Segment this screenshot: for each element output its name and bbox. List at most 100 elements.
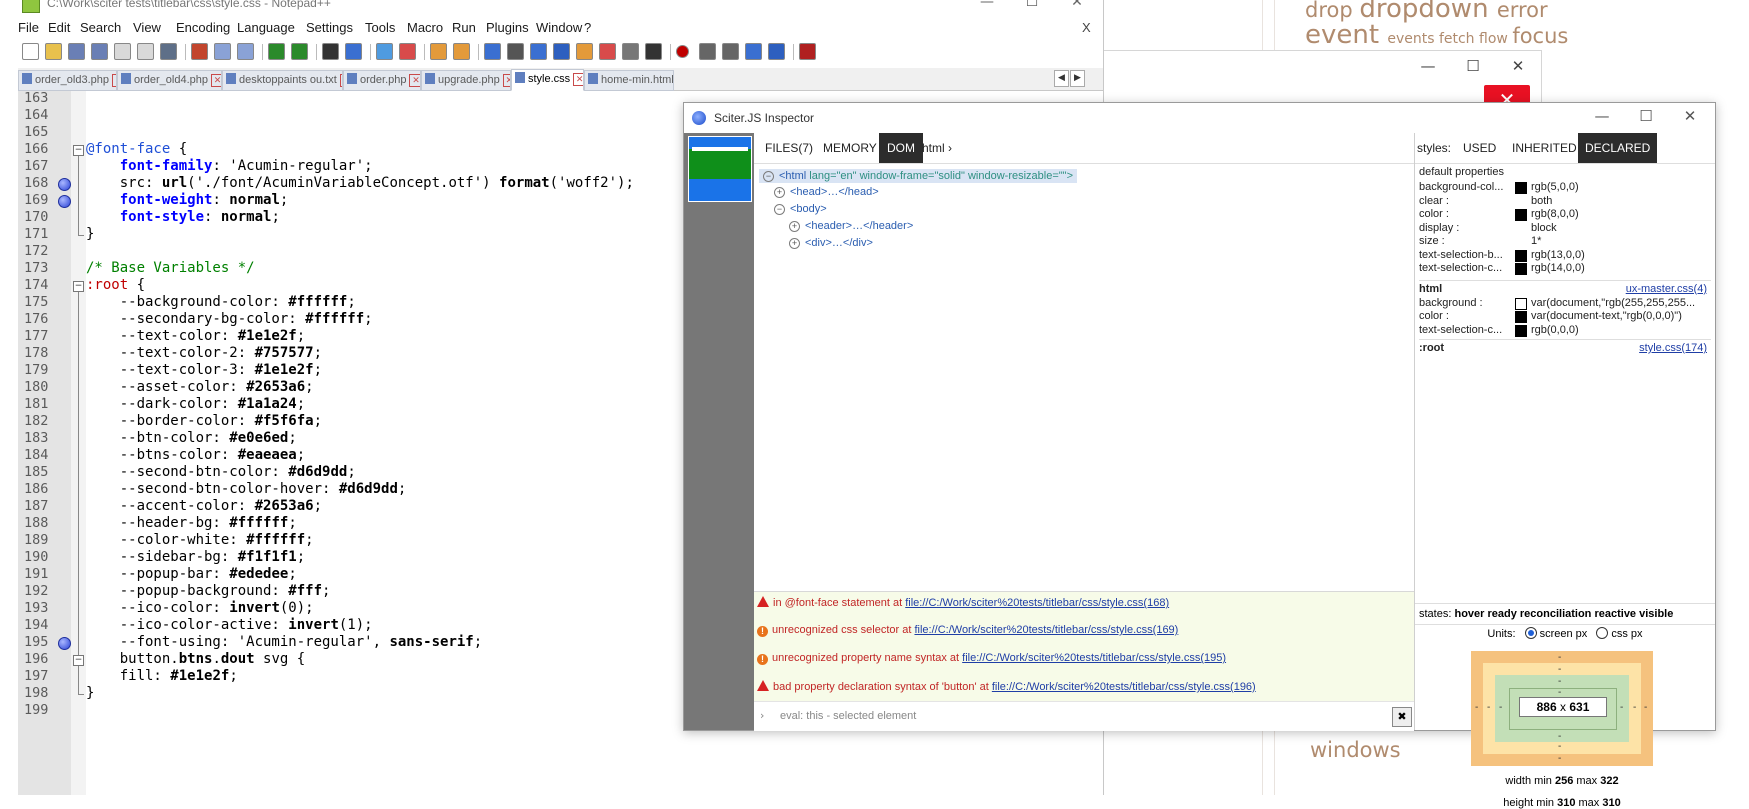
tab-close-icon[interactable]: ✕: [409, 74, 420, 87]
doc-map-icon[interactable]: [576, 43, 593, 60]
expand-icon[interactable]: +: [774, 187, 785, 198]
menu-search[interactable]: Search: [80, 20, 121, 35]
tab-close-icon[interactable]: ✕: [211, 74, 221, 87]
tag-windows[interactable]: windows: [1310, 738, 1401, 762]
minimize-icon[interactable]: —: [1406, 51, 1450, 81]
fold-toggle-icon[interactable]: −: [73, 655, 84, 666]
indent-guide-icon[interactable]: [530, 43, 547, 60]
menu-plugins[interactable]: Plugins: [486, 20, 529, 35]
minimize-icon[interactable]: —: [1580, 107, 1624, 129]
expand-icon[interactable]: +: [789, 238, 800, 249]
zoom-in-icon[interactable]: [376, 43, 393, 60]
console-source-link[interactable]: file://C:/Work/sciter%20tests/titlebar/c…: [914, 624, 1178, 636]
tab-inherited[interactable]: INHERITED: [1505, 133, 1584, 163]
monitoring-icon[interactable]: [645, 43, 662, 60]
tab-close-icon[interactable]: ✕: [502, 74, 510, 87]
save-macro-icon[interactable]: [768, 43, 785, 60]
tag-word[interactable]: error: [1497, 0, 1548, 22]
menu-macro[interactable]: Macro: [407, 20, 443, 35]
menu-help[interactable]: ?: [584, 20, 591, 35]
menu-tools[interactable]: Tools: [365, 20, 395, 35]
tag-word[interactable]: flow: [1479, 31, 1512, 47]
tag-word[interactable]: event: [1305, 20, 1387, 50]
save-icon[interactable]: [68, 43, 85, 60]
tag-word[interactable]: drop: [1305, 0, 1359, 22]
rule-source-link[interactable]: style.css(174): [1639, 342, 1707, 354]
redo-icon[interactable]: [291, 43, 308, 60]
dom-node[interactable]: + <div>…</div>: [789, 237, 873, 249]
dom-node[interactable]: − <html lang="en" window-frame="solid" wi…: [759, 169, 1078, 183]
tag-word[interactable]: focus: [1512, 24, 1568, 48]
folder-workspace-icon[interactable]: [622, 43, 639, 60]
tab-html[interactable]: html ›: [920, 133, 954, 163]
eval-input[interactable]: eval: this - selected element: [780, 710, 916, 722]
maximize-icon[interactable]: ☐: [1010, 0, 1054, 12]
dom-node[interactable]: − <body>: [774, 203, 827, 215]
console-source-link[interactable]: file://C:/Work/sciter%20tests/titlebar/c…: [905, 597, 1169, 609]
close-icon[interactable]: ✕: [1668, 107, 1712, 129]
tab-order-php[interactable]: order.php ✕: [343, 70, 421, 91]
css-px-radio[interactable]: [1596, 627, 1609, 639]
show-all-chars-icon[interactable]: [507, 43, 524, 60]
clear-console-button[interactable]: ✖: [1392, 707, 1412, 727]
new-file-icon[interactable]: [22, 43, 39, 60]
stop-record-icon[interactable]: [699, 43, 716, 60]
console-source-link[interactable]: file://C:/Work/sciter%20tests/titlebar/c…: [992, 681, 1256, 693]
tab-scroll-right-icon[interactable]: ▶: [1070, 70, 1085, 87]
udl-icon[interactable]: [553, 43, 570, 60]
close-all-icon[interactable]: [137, 43, 154, 60]
record-macro-icon[interactable]: [676, 45, 689, 58]
console-source-link[interactable]: file://C:/Work/sciter%20tests/titlebar/c…: [962, 652, 1226, 664]
open-file-icon[interactable]: [45, 43, 62, 60]
function-list-icon[interactable]: [599, 43, 616, 60]
collapse-icon[interactable]: −: [763, 171, 774, 182]
tag-word[interactable]: fetch: [1439, 31, 1479, 47]
close-document-button[interactable]: X: [1082, 20, 1091, 35]
menu-view[interactable]: View: [133, 20, 161, 35]
tab-declared[interactable]: DECLARED: [1578, 133, 1658, 163]
close-icon[interactable]: ✕: [1496, 51, 1540, 81]
tab-upgrade-php[interactable]: upgrade.php✕: [421, 70, 511, 91]
close-icon[interactable]: [114, 43, 131, 60]
tab-order-old3-php[interactable]: order_old3.php✕: [18, 70, 117, 91]
menu-language[interactable]: Language: [237, 20, 295, 35]
screen-px-radio[interactable]: [1524, 627, 1537, 639]
menu-encoding[interactable]: Encoding: [176, 20, 230, 35]
tab-home-min-html[interactable]: home-min.html✕: [584, 70, 674, 91]
tab-used[interactable]: USED: [1456, 133, 1503, 163]
find-icon[interactable]: [322, 43, 339, 60]
menu-settings[interactable]: Settings: [306, 20, 353, 35]
paste-icon[interactable]: [237, 43, 254, 60]
run-macro-multiple-icon[interactable]: [745, 43, 762, 60]
zoom-out-icon[interactable]: [399, 43, 416, 60]
copy-icon[interactable]: [214, 43, 231, 60]
spell-check-icon[interactable]: [799, 43, 816, 60]
tab-close-icon[interactable]: ✕: [573, 73, 583, 86]
tab-desktoppaints-ou-txt[interactable]: desktoppaints ou.txt✕: [222, 70, 343, 91]
tab-style-css[interactable]: style.css ✕: [511, 69, 584, 91]
close-icon[interactable]: ✕: [1055, 0, 1099, 12]
print-icon[interactable]: [160, 43, 177, 60]
tab-memory[interactable]: MEMORY: [815, 133, 885, 163]
bookmark-icon[interactable]: [58, 195, 71, 208]
bookmark-icon[interactable]: [58, 178, 71, 191]
fold-toggle-icon[interactable]: −: [73, 145, 84, 156]
menu-window[interactable]: Window: [536, 20, 582, 35]
tab-dom[interactable]: DOM: [879, 133, 923, 163]
window-thumbnail[interactable]: [688, 136, 752, 202]
maximize-icon[interactable]: ☐: [1624, 107, 1668, 129]
dom-node[interactable]: + <head>…</head>: [774, 186, 879, 198]
playback-icon[interactable]: [722, 43, 739, 60]
collapse-icon[interactable]: −: [774, 204, 785, 215]
tab-files-7[interactable]: FILES(7): [757, 133, 821, 163]
rule-source-link[interactable]: ux-master.css(4): [1626, 283, 1707, 295]
menu-run[interactable]: Run: [452, 20, 476, 35]
tag-word[interactable]: events: [1387, 31, 1439, 47]
word-wrap-icon[interactable]: [484, 43, 501, 60]
menu-edit[interactable]: Edit: [48, 20, 70, 35]
tab-order-old4-php[interactable]: order_old4.php ✕: [117, 70, 222, 91]
cut-icon[interactable]: [191, 43, 208, 60]
dom-node[interactable]: + <header>…</header>: [789, 220, 913, 232]
sync-horizontal-icon[interactable]: [453, 43, 470, 60]
minimize-icon[interactable]: —: [965, 0, 1009, 12]
